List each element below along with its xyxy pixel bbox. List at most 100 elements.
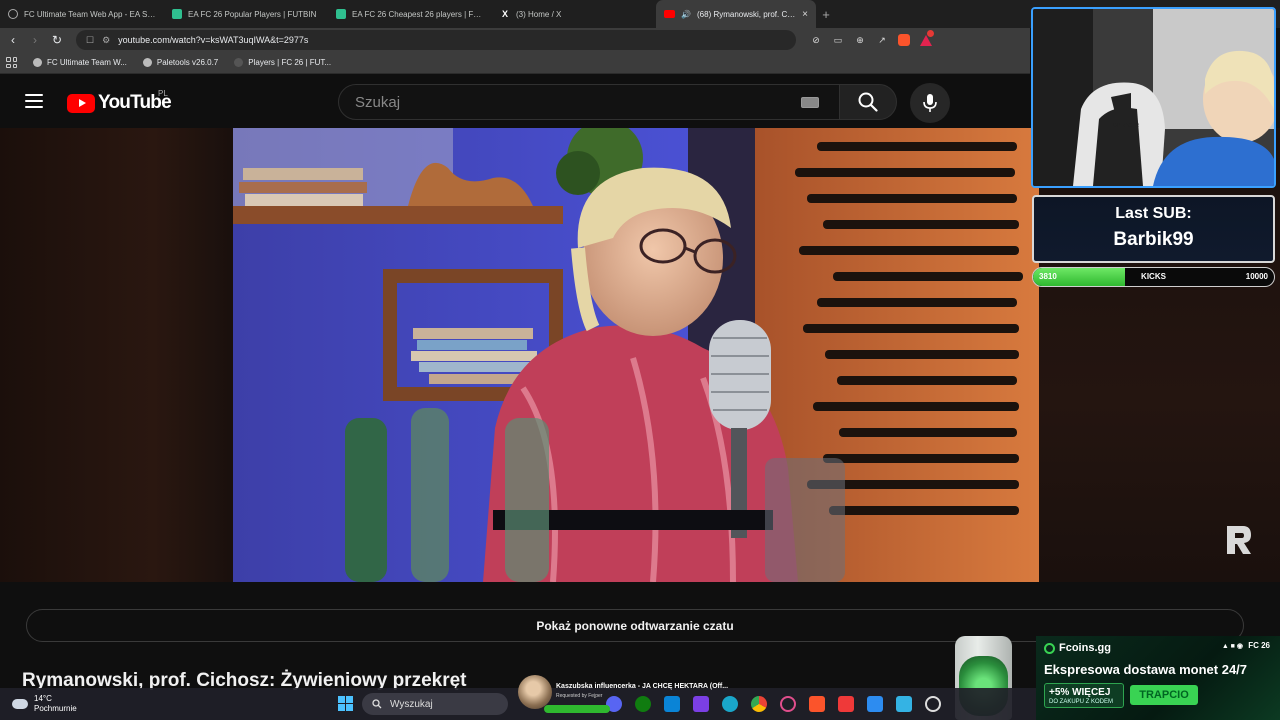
tab-futbin-popular[interactable]: EA FC 26 Popular Players | FUTBIN (164, 0, 328, 28)
now-playing-thumbnail (518, 675, 552, 709)
ad-platform: ▲ ■ ◉ FC 26 (1222, 641, 1270, 650)
fcoins-logo-icon (1044, 642, 1055, 654)
now-playing-title: Kaszubska influencerka - JA CHCĘ HEKTARA… (556, 683, 729, 690)
country-code: PL (158, 89, 168, 98)
x-icon: X (501, 9, 508, 19)
menu-icon[interactable] (25, 94, 43, 108)
ad-bonus-box: +5% WIĘCEJ DO ZAKUPU Z KODEM (1044, 683, 1124, 708)
ad-bonus-main: +5% WIĘCEJ (1049, 687, 1111, 698)
search-button[interactable] (839, 84, 897, 120)
last-sub-name: Barbik99 (1113, 229, 1194, 250)
screen: FC Ultimate Team Web App - EA SPORTS EA … (0, 0, 1280, 720)
kicks-goal-bar: 3810 KICKS 10000 (1032, 267, 1275, 287)
globe-icon (33, 58, 42, 67)
obs-icon[interactable] (925, 696, 941, 712)
ad-headline: Ekspresowa dostawa monet 24/7 (1044, 662, 1248, 677)
site-settings-icon[interactable]: ⚙ (102, 35, 110, 46)
tab-fc-web-app[interactable]: FC Ultimate Team Web App - EA SPORTS (0, 0, 164, 28)
tab-futbin-cheapest[interactable]: EA FC 26 Cheapest 26 players | FUTBIN (328, 0, 492, 28)
forward-icon[interactable]: › (28, 33, 42, 47)
address-bar[interactable]: ☐ ⚙ youtube.com/watch?v=ksWAT3uqIWA&t=29… (76, 30, 796, 50)
ad-platform-text: FC 26 (1248, 641, 1270, 650)
youtube-logo[interactable]: YouTube (67, 92, 172, 114)
last-sub-widget: Last SUB: Barbik99 (1032, 195, 1275, 263)
chair-text: GP RACER (1113, 123, 1139, 129)
search-icon (372, 699, 382, 709)
cast-icon[interactable]: ▭ (832, 34, 844, 46)
new-tab-button[interactable]: + (816, 7, 836, 22)
tab-label: EA FC 26 Popular Players | FUTBIN (188, 9, 317, 19)
last-sub-label: Last SUB: (1115, 205, 1192, 222)
webcam-scene: GP RACER (1033, 9, 1274, 186)
weather-widget[interactable]: 14°C Pochmurnie (12, 694, 77, 714)
tab-x-home[interactable]: X (3) Home / X (492, 0, 656, 28)
browser-toolbar: ‹ › ↻ ☐ ⚙ youtube.com/watch?v=ksWAT3uqIW… (0, 28, 1030, 52)
futbin-icon (336, 9, 346, 19)
weather-temperature: 14°C (34, 694, 52, 703)
now-playing-requested: Requested by Fejper (556, 693, 603, 699)
kicks-goal: 10000 (1245, 272, 1268, 281)
brave-shields-icon[interactable] (898, 34, 910, 46)
tab-label: (3) Home / X (516, 9, 562, 19)
tab-label: EA FC 26 Cheapest 26 players | FUTBIN (352, 9, 484, 19)
apps-grid-icon[interactable] (6, 57, 17, 68)
page-icon (234, 58, 244, 67)
share-icon[interactable]: ↗ (876, 34, 888, 46)
bookmark-fc-web-app[interactable]: FC Ultimate Team W... (33, 58, 127, 67)
brave-rewards-icon[interactable] (920, 30, 934, 46)
bookmark-paletools[interactable]: Paletools v26.0.7 (142, 58, 219, 67)
toolbar-icons: ⊘ ▭ ⊕ ↗ (810, 30, 934, 46)
platform-icons: ▲ ■ ◉ (1221, 643, 1243, 650)
ad-promo-code: TRAPCIO (1130, 685, 1198, 705)
search-box (338, 84, 840, 120)
streamer-webcam: GP RACER (1031, 7, 1276, 188)
zoom-icon[interactable]: ⊕ (854, 34, 866, 46)
futbin-icon (172, 9, 182, 19)
youtube-play-icon (67, 93, 95, 113)
bookmarks-bar: FC Ultimate Team W... Paletools v26.0.7 … (0, 52, 1030, 74)
fcoins-ad[interactable]: Fcoins.gg ▲ ■ ◉ FC 26 Ekspresowa dostawa… (1036, 636, 1280, 720)
chrome-icon[interactable] (751, 696, 767, 712)
microphone-icon (923, 94, 937, 112)
channel-watermark-icon (1227, 526, 1251, 554)
bookmark-label: Paletools v26.0.7 (156, 58, 219, 67)
back-icon[interactable]: ‹ (6, 33, 20, 47)
taskbar-search-placeholder: Wyszukaj (390, 698, 433, 710)
gallery-icon[interactable] (867, 696, 883, 712)
keyboard-icon[interactable] (801, 96, 819, 108)
bookmark-icon[interactable]: ☐ (86, 35, 94, 46)
close-tab-icon[interactable]: × (802, 9, 808, 20)
youtube-icon (664, 10, 675, 18)
windows-start-icon[interactable] (338, 696, 353, 711)
now-playing-widget[interactable]: Kaszubska influencerka - JA CHCĘ HEKTARA… (518, 675, 740, 717)
vivaldi-icon[interactable] (838, 696, 854, 712)
video-frame[interactable] (233, 128, 1039, 582)
tab-youtube-video[interactable]: 🔊 (68) Rymanowski, prof. Cichosz × (656, 0, 816, 28)
globe-icon (8, 9, 18, 19)
youtube-header: YouTube PL (0, 76, 1030, 128)
ad-brand: Fcoins.gg (1044, 642, 1111, 654)
speaker-icon: 🔊 (681, 9, 691, 19)
brave-icon[interactable] (809, 696, 825, 712)
search-input[interactable] (355, 93, 801, 111)
weather-description: Pochmurnie (34, 704, 77, 713)
app-circle-icon[interactable] (780, 696, 796, 712)
video-scene (233, 128, 1039, 582)
reload-icon[interactable]: ↻ (50, 33, 64, 47)
wave-app-icon[interactable] (896, 696, 912, 712)
globe-icon (142, 58, 152, 67)
tab-label: (68) Rymanowski, prof. Cichosz (697, 9, 796, 19)
ad-brand-text: Fcoins.gg (1059, 642, 1111, 654)
camera-blocked-icon[interactable]: ⊘ (810, 34, 822, 46)
url-text[interactable]: youtube.com/watch?v=ksWAT3uqIWA&t=2977s (118, 35, 308, 45)
bookmark-players-fc26[interactable]: Players | FC 26 | FUT... (234, 58, 331, 67)
bookmark-label: FC Ultimate Team W... (47, 58, 127, 67)
voice-search-button[interactable] (910, 83, 950, 123)
kicks-label: KICKS (1141, 272, 1166, 281)
search-icon (858, 92, 878, 112)
bookmark-label: Players | FC 26 | FUT... (248, 58, 332, 67)
taskbar-search[interactable]: Wyszukaj (362, 693, 508, 715)
cloud-icon (12, 699, 28, 709)
ad-bonus-sub: DO ZAKUPU Z KODEM (1049, 699, 1114, 705)
now-playing-progress (544, 705, 610, 713)
